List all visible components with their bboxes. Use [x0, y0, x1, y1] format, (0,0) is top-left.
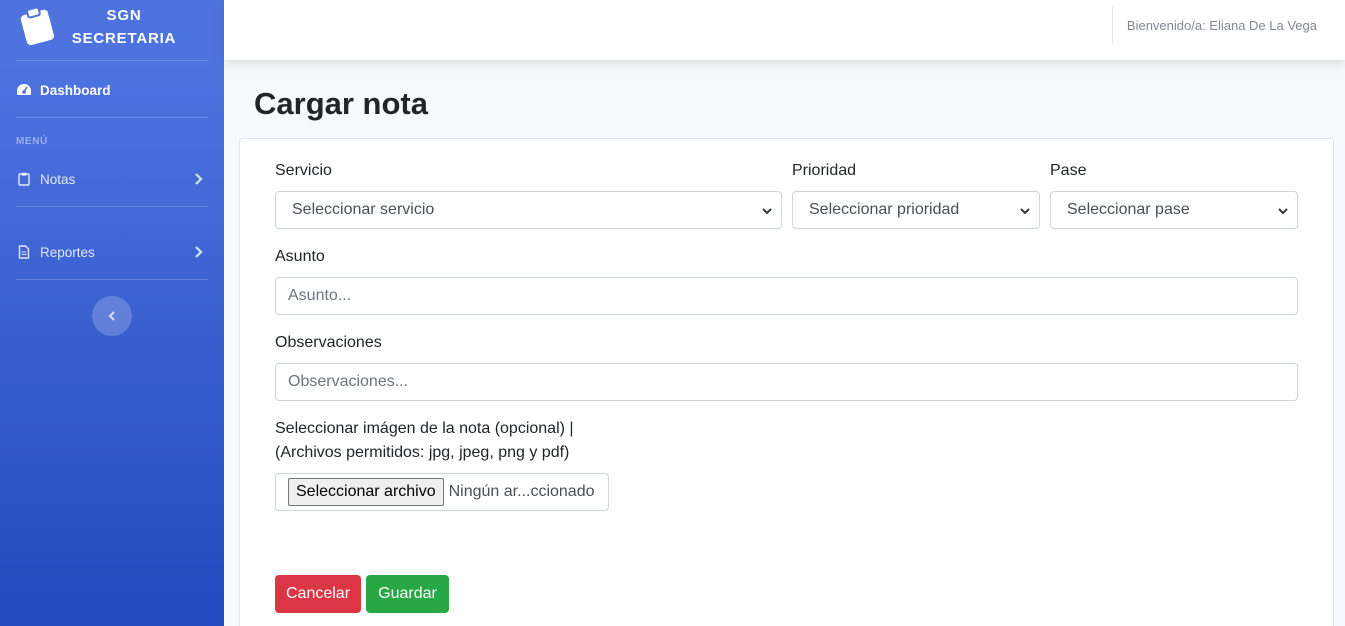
sidebar-brand[interactable]: SGN SECRETARIA — [0, 0, 224, 60]
sidebar-divider — [16, 279, 208, 280]
tachometer-icon — [16, 82, 32, 98]
chevron-right-icon — [195, 173, 203, 185]
clipboard-icon — [20, 6, 55, 46]
servicio-select[interactable]: Seleccionar servicio — [275, 191, 782, 229]
servicio-selected: Seleccionar servicio — [292, 201, 435, 218]
archivo-label-line-2: (Archivos permitidos: jpg, jpeg, png y p… — [275, 444, 570, 461]
prioridad-label: Prioridad — [792, 162, 857, 179]
sidebar-item-label: Notas — [40, 171, 76, 187]
sidebar-item-reportes[interactable]: Reportes — [16, 240, 208, 264]
archivo-label-line-1: Seleccionar imágen de la nota (opcional)… — [275, 420, 574, 437]
chevron-down-icon — [1278, 208, 1288, 215]
file-input[interactable]: Seleccionar archivo Ningún ar...ccionado — [275, 473, 609, 511]
observaciones-label: Observaciones — [275, 334, 382, 351]
pase-label: Pase — [1050, 162, 1087, 179]
sidebar-item-label: Dashboard — [40, 82, 111, 98]
asunto-label: Asunto — [275, 248, 325, 265]
chevron-right-icon — [195, 246, 203, 258]
archivo-label: Seleccionar imágen de la nota (opcional)… — [275, 417, 574, 465]
cancel-button[interactable]: Cancelar — [275, 575, 361, 613]
observaciones-input[interactable]: Observaciones... — [275, 363, 1298, 401]
user-greeting[interactable]: Bienvenido/a: Eliana De La Vega — [1127, 18, 1317, 33]
sidebar-heading: MENÚ — [16, 136, 48, 147]
sidebar-item-label: Reportes — [40, 244, 95, 260]
chevron-left-icon — [108, 311, 115, 321]
chevron-down-icon — [762, 208, 772, 215]
file-icon — [16, 244, 32, 260]
file-name: Ningún ar...ccionado — [448, 483, 595, 500]
clipboard-icon — [16, 171, 32, 187]
save-button[interactable]: Guardar — [366, 575, 449, 613]
topbar: Bienvenido/a: Eliana De La Vega — [224, 0, 1345, 60]
prioridad-select[interactable]: Seleccionar prioridad — [792, 191, 1040, 229]
servicio-label: Servicio — [275, 162, 332, 179]
pase-selected: Seleccionar pase — [1067, 201, 1190, 218]
topbar-divider — [1112, 6, 1113, 44]
sidebar-item-notas[interactable]: Notas — [16, 167, 208, 191]
brand-line-1: SGN — [106, 7, 142, 24]
pase-select[interactable]: Seleccionar pase — [1050, 191, 1298, 229]
asunto-input[interactable]: Asunto... — [275, 277, 1298, 315]
select-file-button[interactable]: Seleccionar archivo — [288, 478, 444, 506]
observaciones-placeholder: Observaciones... — [288, 373, 409, 390]
sidebar-item-dashboard[interactable]: Dashboard — [16, 78, 208, 102]
sidebar-divider — [16, 60, 208, 61]
prioridad-selected: Seleccionar prioridad — [809, 201, 960, 218]
brand-name: SGN SECRETARIA — [62, 4, 186, 50]
sidebar-toggle-button[interactable] — [92, 296, 132, 336]
asunto-placeholder: Asunto... — [288, 287, 352, 304]
sidebar: SGN SECRETARIA Dashboard MENÚ Notas Repo… — [0, 0, 224, 626]
brand-line-2: SECRETARIA — [71, 30, 177, 47]
sidebar-divider — [16, 206, 208, 207]
page-title: Cargar nota — [254, 86, 428, 121]
sidebar-divider — [16, 117, 208, 118]
chevron-down-icon — [1020, 208, 1030, 215]
